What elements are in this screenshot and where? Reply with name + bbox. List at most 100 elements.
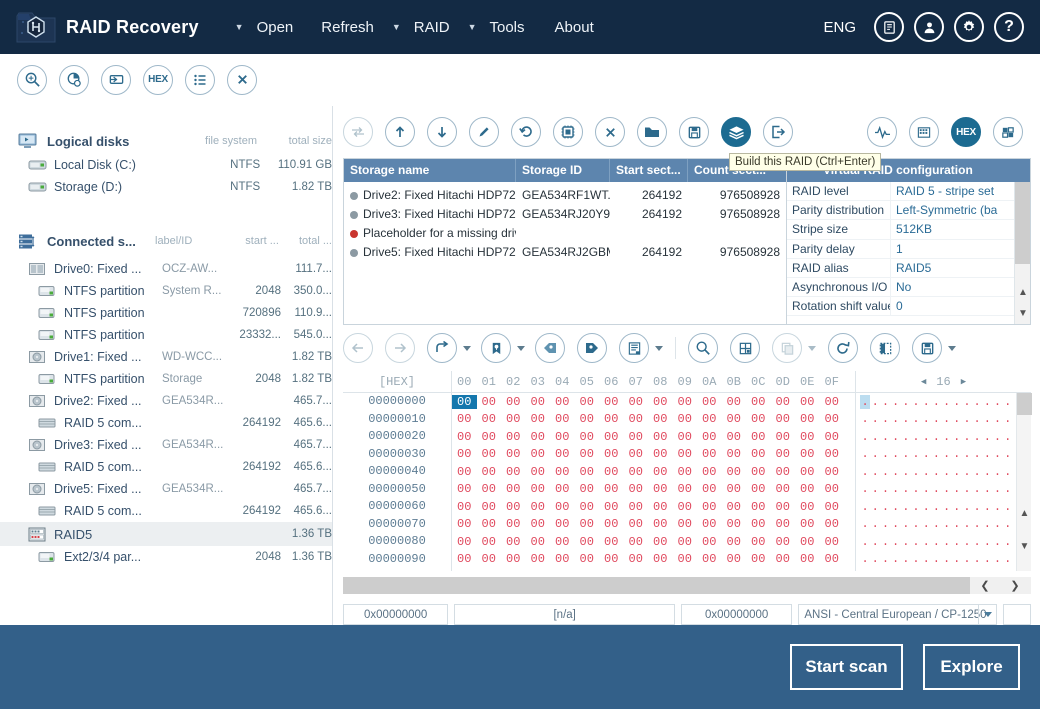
scroll-left-icon[interactable]: ❮ — [970, 577, 1000, 594]
remove-icon[interactable] — [595, 117, 625, 147]
ascii-char[interactable]: . — [870, 482, 880, 496]
ascii-char[interactable]: . — [962, 430, 972, 444]
ascii-char[interactable]: . — [942, 412, 952, 426]
ascii-row[interactable]: ................ — [856, 498, 1031, 516]
list-item-local-disk-c[interactable]: Local Disk (C:) NTFS 110.91 GB — [0, 154, 332, 176]
table-row[interactable]: Drive2: Fixed Hitachi HDP7250... GEA534R… — [344, 185, 786, 204]
list-item-drive1[interactable]: Drive1: Fixed ... WD-WCC... 1.82 TB — [0, 346, 332, 368]
hex-byte[interactable]: 00 — [820, 447, 845, 461]
ascii-char[interactable]: . — [921, 430, 931, 444]
ascii-char[interactable]: . — [972, 482, 982, 496]
hex-byte[interactable]: 00 — [697, 552, 722, 566]
template-list-icon[interactable] — [619, 333, 649, 363]
ascii-row[interactable]: ................ — [856, 428, 1031, 446]
ascii-char[interactable]: . — [952, 412, 962, 426]
hex-row[interactable]: 00 00 00 00 00 00 00 00 00 00 00 00 00 00 00 00 — [452, 498, 855, 516]
ascii-char[interactable]: . — [942, 517, 952, 531]
language-selector[interactable]: ENG — [823, 19, 856, 36]
hex-byte[interactable]: 00 — [771, 552, 796, 566]
config-row-raid-alias[interactable]: RAID alias RAID5 — [787, 258, 1030, 278]
hex-byte[interactable]: 00 — [820, 482, 845, 496]
hex-byte[interactable]: 00 — [795, 482, 820, 496]
ascii-char[interactable]: . — [1003, 395, 1013, 409]
hex-row[interactable]: 00 00 00 00 00 00 00 00 00 00 00 00 00 00 00 00 — [452, 463, 855, 481]
hex-byte[interactable]: 00 — [795, 430, 820, 444]
find-icon[interactable] — [688, 333, 718, 363]
ascii-char[interactable]: . — [952, 517, 962, 531]
list-item-partition[interactable]: NTFS partition 720896 110.9... — [0, 302, 332, 324]
hex-byte[interactable]: 00 — [526, 412, 551, 426]
disk-image-icon[interactable] — [101, 64, 131, 95]
hex-byte[interactable]: 00 — [697, 447, 722, 461]
column-header-storage-name[interactable]: Storage name — [344, 159, 516, 182]
chevron-down-icon[interactable] — [463, 345, 471, 351]
config-row-parity-distribution[interactable]: Parity distribution Left-Symmetric (ba — [787, 201, 1030, 221]
ascii-char[interactable]: . — [972, 552, 982, 566]
ascii-char[interactable]: . — [942, 535, 952, 549]
menu-item-refresh[interactable]: Refresh — [313, 15, 382, 40]
hex-byte[interactable]: 00 — [746, 517, 771, 531]
hex-row[interactable]: 00 00 00 00 00 00 00 00 00 00 00 00 00 00 00 00 — [452, 481, 855, 499]
hex-byte[interactable]: 00 — [648, 535, 673, 549]
disk-analysis-icon[interactable] — [59, 64, 89, 95]
hex-byte[interactable]: 00 — [550, 447, 575, 461]
hex-byte[interactable]: 00 — [795, 500, 820, 514]
bookmark-icon[interactable] — [481, 333, 511, 363]
ascii-char[interactable]: . — [860, 500, 870, 514]
scrollbar-thumb[interactable] — [1017, 393, 1032, 415]
ascii-row[interactable]: ................ — [856, 393, 1031, 411]
ascii-row[interactable]: ................ — [856, 411, 1031, 429]
ascii-char[interactable]: . — [880, 517, 890, 531]
ascii-char[interactable]: . — [891, 412, 901, 426]
ascii-row[interactable]: ................ — [856, 446, 1031, 464]
ascii-char[interactable]: . — [921, 465, 931, 479]
hex-icon[interactable]: HEX — [951, 117, 981, 147]
hex-byte[interactable]: 00 — [820, 412, 845, 426]
config-row-parity-delay[interactable]: Parity delay 1 — [787, 239, 1030, 259]
help-icon[interactable]: ? — [994, 12, 1024, 42]
hex-byte[interactable]: 00 — [771, 535, 796, 549]
ascii-char[interactable]: . — [880, 465, 890, 479]
ascii-char[interactable]: . — [962, 535, 972, 549]
list-item-partition[interactable]: NTFS partition System R... 2048 350.0... — [0, 280, 332, 302]
config-row-stripe-size[interactable]: Stripe size 512KB — [787, 220, 1030, 240]
hex-byte[interactable]: 00 — [550, 412, 575, 426]
ascii-char[interactable]: . — [880, 535, 890, 549]
list-item-partition[interactable]: NTFS partition 23332... 545.0... — [0, 324, 332, 346]
hex-byte[interactable]: 00 — [795, 517, 820, 531]
hex-byte[interactable]: 00 — [452, 552, 477, 566]
hex-byte[interactable]: 00 — [550, 500, 575, 514]
hex-row[interactable]: 00 00 00 00 00 00 00 00 00 00 00 00 00 00 00 00 — [452, 446, 855, 464]
config-value[interactable]: RAID 5 - stripe set — [891, 182, 1014, 200]
hex-byte[interactable]: 00 — [501, 552, 526, 566]
prev-bookmark-icon[interactable] — [535, 333, 565, 363]
hex-byte[interactable]: 00 — [795, 412, 820, 426]
ascii-char[interactable]: . — [992, 535, 1002, 549]
chevron-down-icon[interactable] — [948, 345, 956, 351]
hex-byte[interactable]: 00 — [599, 535, 624, 549]
ascii-char[interactable]: . — [911, 412, 921, 426]
raid-config-scrollbar[interactable]: ▲ ▼ — [1014, 182, 1030, 324]
hex-byte[interactable]: 00 — [771, 465, 796, 479]
ascii-char[interactable]: . — [942, 447, 952, 461]
ascii-pane[interactable]: ◀ 16 ▶ .................................… — [855, 371, 1032, 571]
hex-byte[interactable]: 00 — [501, 500, 526, 514]
hex-byte[interactable]: 00 — [575, 500, 600, 514]
ascii-char[interactable]: . — [911, 517, 921, 531]
ascii-char[interactable]: . — [891, 447, 901, 461]
ascii-char[interactable]: . — [860, 394, 871, 409]
hex-byte[interactable]: 00 — [673, 500, 698, 514]
hex-byte[interactable]: 00 — [697, 430, 722, 444]
hex-byte[interactable]: 00 — [477, 430, 502, 444]
ascii-char[interactable]: . — [992, 482, 1002, 496]
hex-byte[interactable]: 00 — [477, 500, 502, 514]
copy-icon[interactable] — [772, 333, 802, 363]
hex-byte[interactable]: 00 — [501, 412, 526, 426]
list-item-drive5[interactable]: Drive5: Fixed ... GEA534R... 465.7... — [0, 478, 332, 500]
ascii-char[interactable]: . — [962, 412, 972, 426]
hex-byte[interactable]: 00 — [526, 447, 551, 461]
config-value[interactable]: 512KB — [891, 220, 1014, 238]
hex-byte[interactable]: 00 — [648, 447, 673, 461]
list-item-drive3[interactable]: Drive3: Fixed ... GEA534R... 465.7... — [0, 434, 332, 456]
swap-icon[interactable] — [343, 117, 373, 147]
